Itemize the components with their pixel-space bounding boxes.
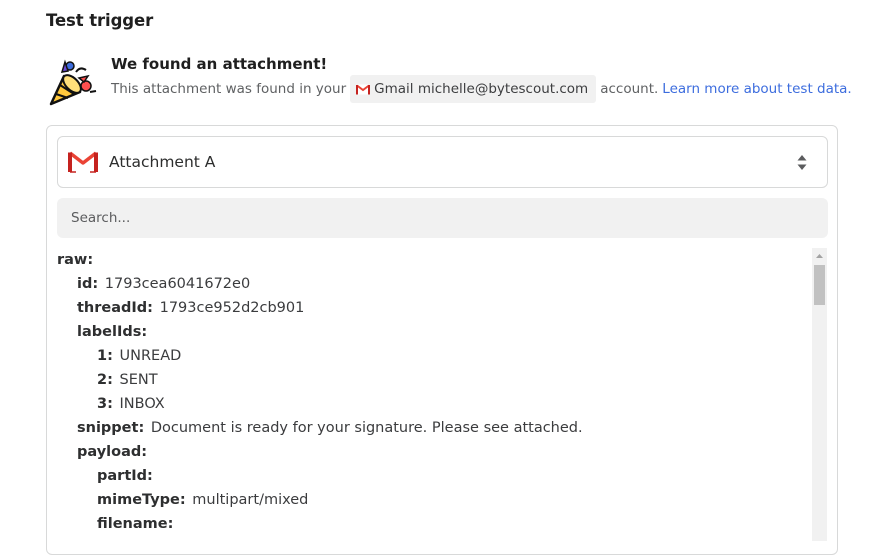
scrollbar[interactable] xyxy=(812,248,827,541)
result-text-before: This attachment was found in your xyxy=(111,81,347,97)
tree-key: payload: xyxy=(77,444,148,460)
tree-key: raw: xyxy=(57,252,94,268)
tree-row: snippet: Document is ready for your sign… xyxy=(57,416,807,440)
result-description: This attachment was found in your Gmail … xyxy=(111,75,852,103)
tree-row: 3: INBOX xyxy=(57,392,807,416)
scrollbar-thumb[interactable] xyxy=(814,265,825,305)
attachment-selector[interactable]: Attachment A xyxy=(57,136,828,188)
tree-key: labelIds: xyxy=(77,324,148,340)
tree-value: UNREAD xyxy=(119,348,182,364)
tree-row: 2: SENT xyxy=(57,368,807,392)
account-chip: Gmail michelle@bytescout.com xyxy=(350,75,597,103)
tree-key: 1: xyxy=(97,348,113,364)
selector-label: Attachment A xyxy=(109,153,216,171)
tree-row: payload: xyxy=(57,440,807,464)
party-popper-icon xyxy=(49,59,97,106)
scroll-up-arrow-icon[interactable] xyxy=(812,251,827,261)
tree-key: id: xyxy=(77,276,99,292)
gmail-icon xyxy=(68,151,98,173)
tree-value: SENT xyxy=(119,372,158,388)
page-title: Test trigger xyxy=(46,11,154,30)
tree-key: threadId: xyxy=(77,300,153,316)
data-tree: raw: id: 1793cea6041672e0 threadId: 1793ce… xyxy=(57,248,807,536)
tree-key: partId: xyxy=(97,468,153,484)
tree-row: partId: xyxy=(57,464,807,488)
tree-key: 3: xyxy=(97,396,113,412)
tree-row: 1: UNREAD xyxy=(57,344,807,368)
search-input[interactable] xyxy=(57,198,828,238)
tree-key: snippet: xyxy=(77,420,145,436)
tree-row: threadId: 1793ce952d2cb901 xyxy=(57,296,807,320)
gmail-icon xyxy=(356,84,371,94)
tree-value: INBOX xyxy=(119,396,165,412)
tree-value: 1793ce952d2cb901 xyxy=(159,300,305,316)
tree-row: labelIds: xyxy=(57,320,807,344)
tree-key: mimeType: xyxy=(97,492,186,508)
account-chip-label: Gmail michelle@bytescout.com xyxy=(374,81,589,97)
tree-value: 1793cea6041672e0 xyxy=(104,276,251,292)
tree-value: multipart/mixed xyxy=(192,492,309,508)
tree-value: Document is ready for your signature. Pl… xyxy=(150,420,583,436)
tree-key: 2: xyxy=(97,372,113,388)
tree-row: filename: xyxy=(57,512,807,536)
learn-more-link[interactable]: Learn more about test data. xyxy=(662,81,851,97)
tree-key: filename: xyxy=(97,516,174,532)
result-heading: We found an attachment! xyxy=(111,55,328,73)
tree-row: mimeType: multipart/mixed xyxy=(57,488,807,512)
sort-arrows-icon xyxy=(797,155,807,170)
tree-row: raw: xyxy=(57,248,807,272)
tree-row: id: 1793cea6041672e0 xyxy=(57,272,807,296)
result-text-after: account. xyxy=(600,81,659,97)
